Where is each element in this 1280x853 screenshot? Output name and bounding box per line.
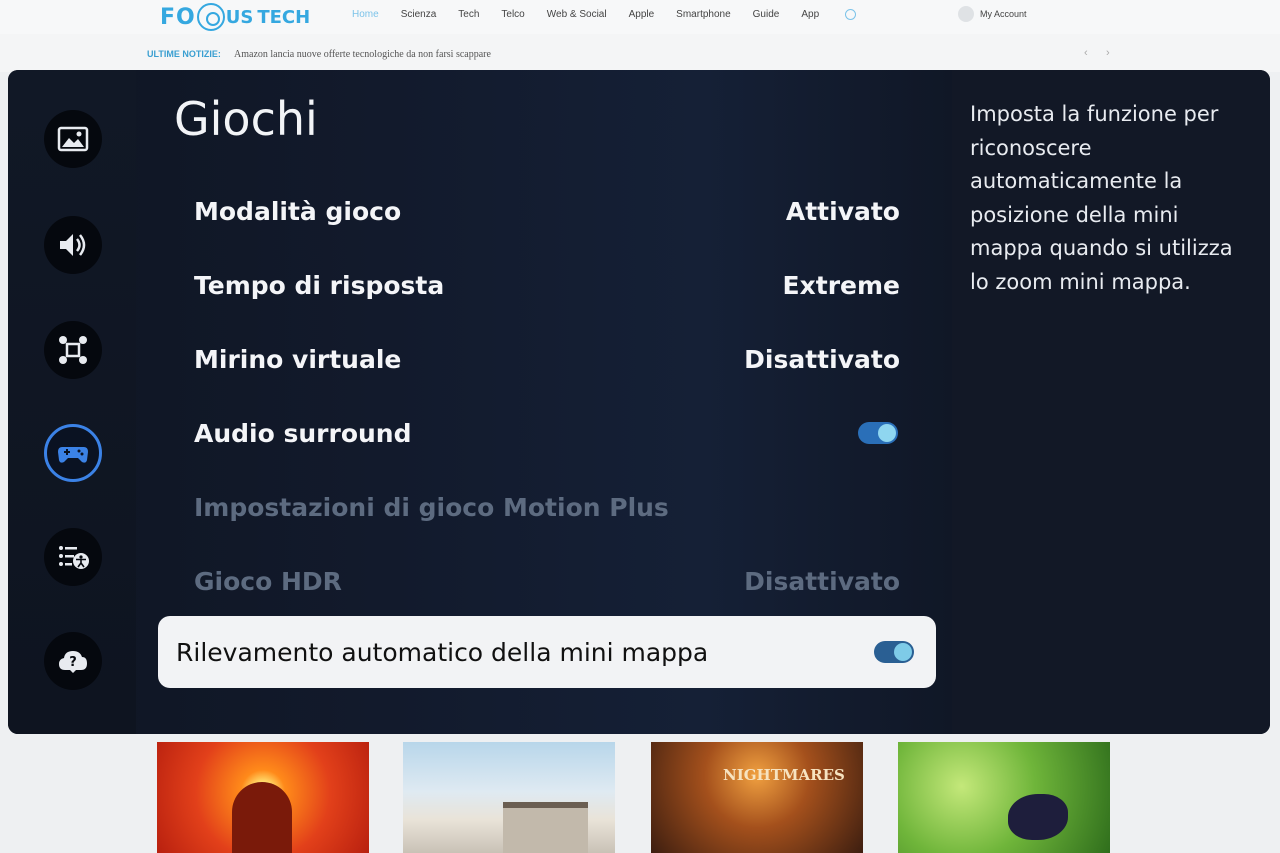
news-ticker: ULTIME NOTIZIE: Amazon lancia nuove offe… (0, 34, 1280, 72)
gamepad-icon (58, 447, 88, 463)
setting-label: Gioco HDR (194, 566, 342, 596)
page-title: Giochi (174, 92, 318, 146)
svg-text:?: ? (69, 655, 77, 670)
thumbnail-title: NIGHTMARES (723, 766, 845, 784)
rail-connection-button[interactable] (44, 321, 102, 379)
article-thumbnail[interactable]: NIGHTMARES (651, 742, 863, 853)
nav-app[interactable]: App (801, 9, 819, 20)
setting-label: Tempo di risposta (194, 270, 445, 300)
setting-response-time[interactable]: Tempo di risposta Extreme (194, 265, 900, 305)
rail-sound-button[interactable] (44, 216, 102, 274)
setting-label: Impostazioni di gioco Motion Plus (194, 492, 669, 522)
logo-ring-icon (196, 3, 225, 31)
setting-label: Rilevamento automatico della mini mappa (176, 637, 709, 667)
accessibility-icon (59, 546, 89, 569)
setting-label: Audio surround (194, 418, 412, 448)
setting-value: Disattivato (744, 566, 900, 596)
nav-guide[interactable]: Guide (753, 9, 780, 20)
account-link[interactable]: My Account (958, 6, 1027, 22)
nav-smartphone[interactable]: Smartphone (676, 9, 730, 20)
help-pane: Imposta la funzione per riconoscere auto… (952, 70, 1270, 734)
rail-accessibility-button[interactable] (44, 528, 102, 586)
avatar (958, 6, 974, 22)
setting-value: Attivato (785, 196, 900, 226)
connection-icon (59, 336, 87, 364)
ticker-next-icon[interactable]: › (1106, 47, 1110, 59)
rail-support-button[interactable]: ? (44, 632, 102, 690)
setting-virtual-aim[interactable]: Mirino virtuale Disattivato (194, 339, 900, 379)
setting-label: Mirino virtuale (194, 344, 402, 374)
nav-scienza[interactable]: Scienza (401, 9, 437, 20)
ticker-prev-icon[interactable]: ‹ (1084, 47, 1088, 59)
setting-label: Modalità gioco (194, 196, 402, 226)
tv-settings-panel: ? Giochi Modalità gioco Attivato Tempo d… (8, 70, 1270, 734)
article-thumbnail[interactable] (898, 742, 1110, 853)
site-nav: Home Scienza Tech Telco Web & Social App… (352, 9, 841, 20)
nav-telco[interactable]: Telco (501, 9, 524, 20)
setting-motion-plus: Impostazioni di gioco Motion Plus (194, 487, 900, 527)
account-label: My Account (980, 9, 1027, 19)
support-icon: ? (59, 651, 87, 673)
setting-minimap-detection[interactable]: Rilevamento automatico della mini mappa (158, 616, 936, 688)
logo-text-tech: TECH (257, 6, 311, 28)
rail-gaming-button[interactable] (44, 424, 102, 482)
setting-audio-surround[interactable]: Audio surround (194, 413, 900, 453)
audio-surround-toggle[interactable] (858, 422, 898, 444)
site-header: FO US TECH Home Scienza Tech Telco Web &… (0, 0, 1280, 34)
ticker-label: ULTIME NOTIZIE: (147, 49, 221, 59)
setting-value: Extreme (782, 270, 900, 300)
search-icon[interactable] (845, 9, 856, 20)
nav-web-social[interactable]: Web & Social (547, 9, 607, 20)
setting-value: Disattivato (744, 344, 900, 374)
picture-icon (57, 126, 89, 152)
sound-icon (60, 234, 86, 256)
ticker-headline[interactable]: Amazon lancia nuove offerte tecnologiche… (234, 49, 491, 60)
help-text: Imposta la funzione per riconoscere auto… (970, 102, 1233, 294)
article-thumbnail[interactable] (403, 742, 615, 853)
settings-category-rail: ? (8, 70, 136, 734)
logo-text-fo: FO (160, 4, 196, 30)
setting-game-mode[interactable]: Modalità gioco Attivato (194, 191, 900, 231)
nav-tech[interactable]: Tech (458, 9, 479, 20)
nav-home[interactable]: Home (352, 9, 379, 20)
article-thumbnail[interactable] (157, 742, 369, 853)
rail-picture-button[interactable] (44, 110, 102, 168)
setting-hdr-game: Gioco HDR Disattivato (194, 561, 900, 601)
logo-text-us: US (225, 6, 254, 28)
site-logo[interactable]: FO US TECH (160, 2, 310, 32)
minimap-detection-toggle[interactable] (874, 641, 914, 663)
nav-apple[interactable]: Apple (629, 9, 655, 20)
